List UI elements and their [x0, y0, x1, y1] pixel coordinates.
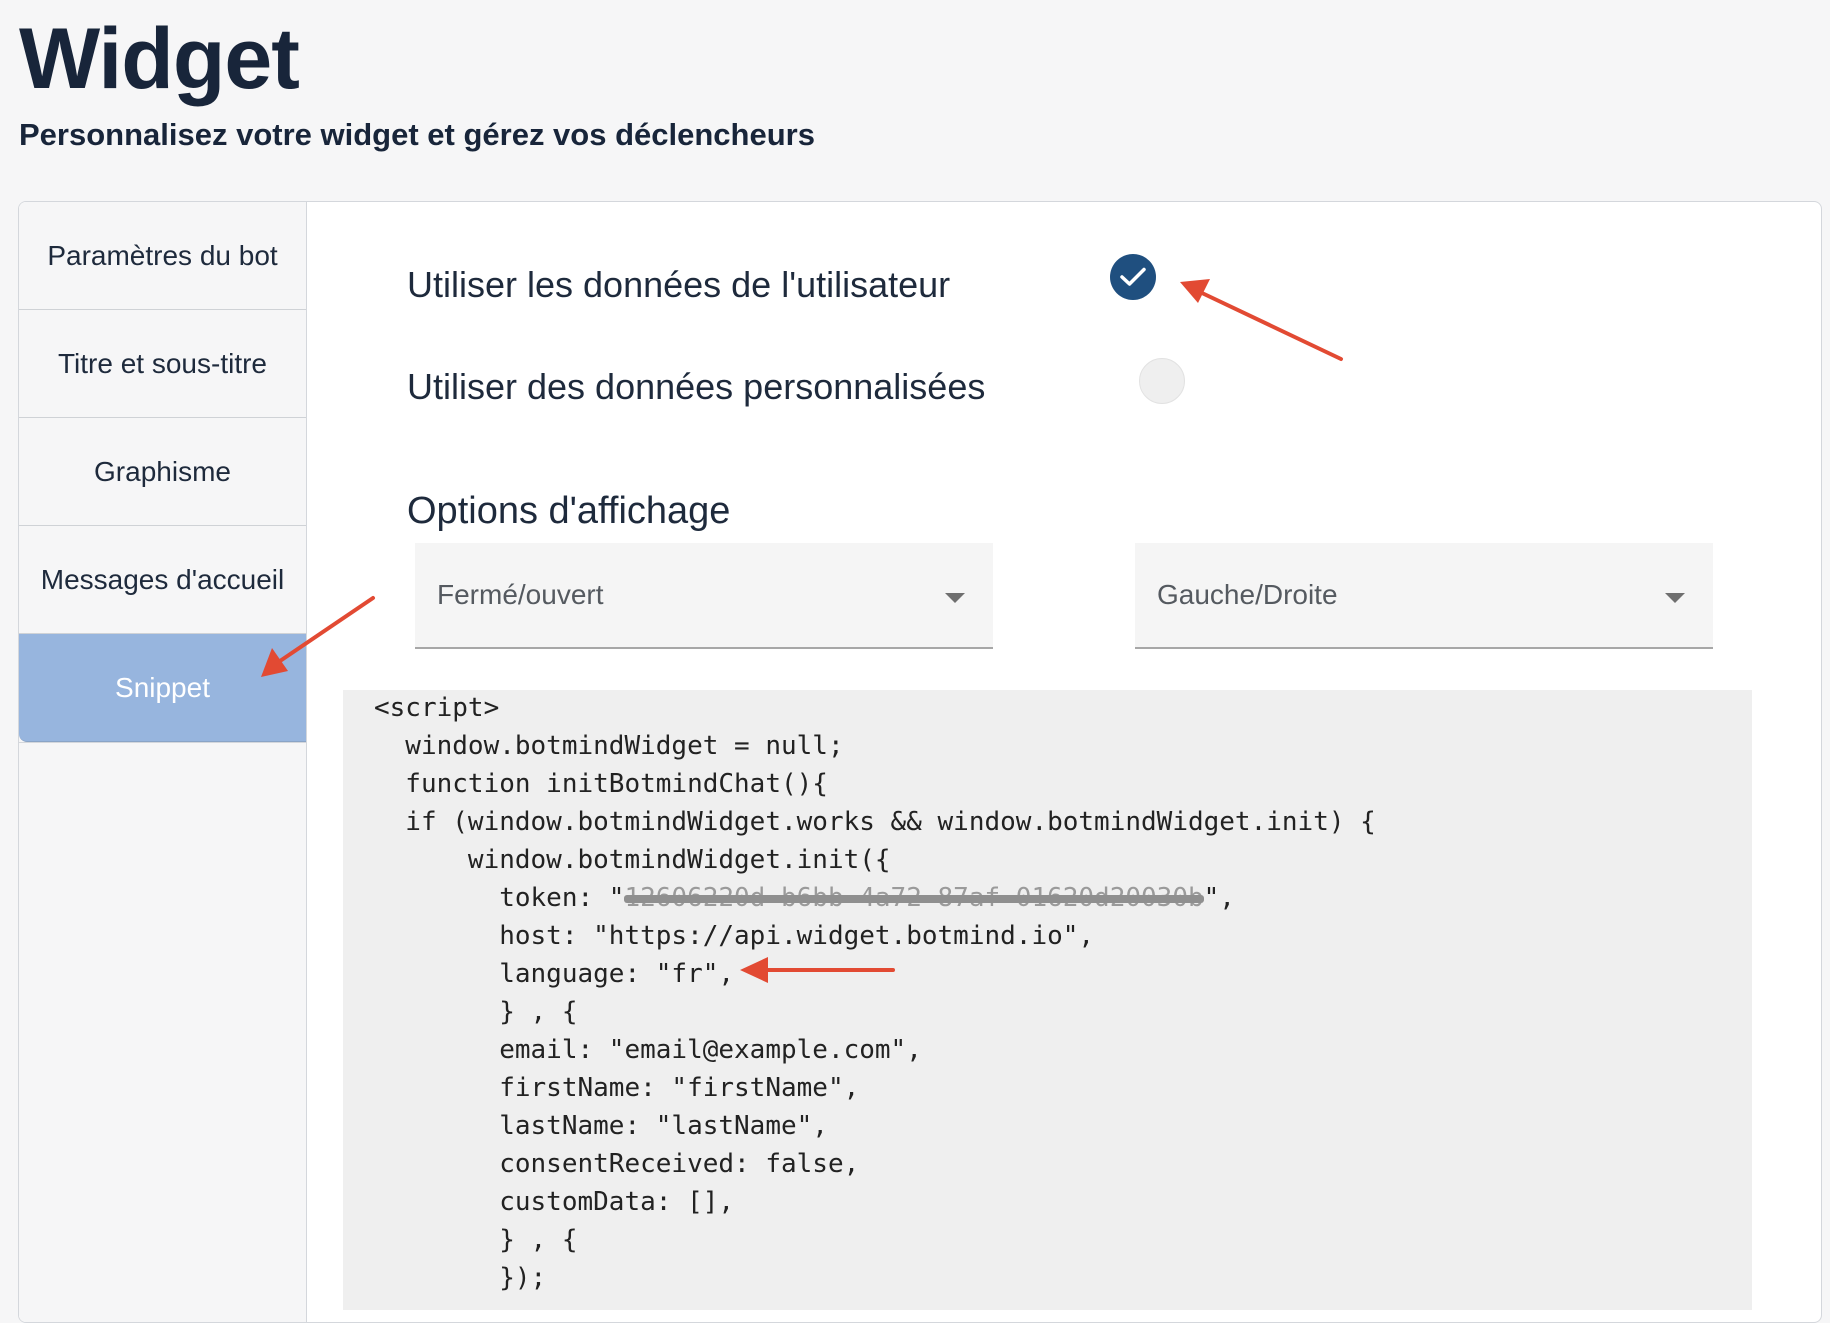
tab-welcome-messages[interactable]: Messages d'accueil [19, 526, 306, 634]
code-token-suffix: ", [1203, 883, 1235, 913]
use-custom-data-radio[interactable] [1139, 358, 1185, 404]
check-icon [1120, 267, 1146, 286]
code-line: } , { [374, 997, 578, 1027]
display-options-heading: Options d'affichage [407, 490, 731, 532]
use-user-data-label: Utiliser les données de l'utilisateur [407, 264, 951, 305]
tab-label: Titre et sous-titre [57, 347, 267, 379]
code-token-key: token: " [374, 883, 625, 913]
tab-graphics[interactable]: Graphisme [19, 418, 306, 526]
tab-snippet[interactable]: Snippet [19, 634, 306, 742]
tab-label: Snippet [115, 671, 210, 703]
code-line: window.botmindWidget = null; [374, 731, 844, 761]
tab-label: Graphisme [94, 455, 231, 487]
code-line-token: token: "12606220d-b6bb-4a72-87af-01620d2… [374, 883, 1235, 913]
code-line: window.botmindWidget.init({ [374, 845, 891, 875]
use-user-data-radio[interactable] [1110, 254, 1156, 300]
redacted-token: 12606220d-b6bb-4a72-87af-01620d20030b [624, 883, 1204, 913]
tab-bot-settings[interactable]: Paramètres du bot [19, 202, 306, 310]
code-line: firstName: "firstName", [374, 1073, 860, 1103]
page-subtitle: Personnalisez votre widget et gérez vos … [19, 117, 815, 152]
redaction-bar [624, 895, 1204, 903]
code-line: if (window.botmindWidget.works && window… [374, 807, 1376, 837]
use-custom-data-label: Utiliser des données personnalisées [407, 366, 986, 407]
code-line: <script> [374, 693, 500, 723]
tab-label: Paramètres du bot [47, 239, 278, 271]
code-line: customData: [], [374, 1187, 735, 1217]
page-title: Widget [19, 11, 300, 107]
code-line: consentReceived: false, [374, 1149, 860, 1179]
code-line: function initBotmindChat(){ [374, 769, 828, 799]
open-closed-select[interactable]: Fermé/ouvert [415, 543, 993, 649]
code-line: host: "https://api.widget.botmind.io", [374, 921, 1095, 951]
select-value: Gauche/Droite [1157, 579, 1338, 610]
select-value: Fermé/ouvert [437, 579, 604, 610]
tab-title-subtitle[interactable]: Titre et sous-titre [19, 310, 306, 418]
code-line: lastName: "lastName", [374, 1111, 828, 1141]
caret-down-icon [945, 593, 965, 603]
left-right-select[interactable]: Gauche/Droite [1135, 543, 1713, 649]
caret-down-icon [1665, 593, 1685, 603]
code-line: }); [374, 1263, 547, 1293]
code-line: email: "email@example.com", [374, 1035, 922, 1065]
snippet-code-block[interactable]: <script> window.botmindWidget = null; fu… [343, 690, 1752, 1310]
tab-label: Messages d'accueil [40, 563, 285, 595]
settings-sidebar: Paramètres du bot Titre et sous-titre Gr… [19, 202, 307, 1322]
code-line: } , { [374, 1225, 578, 1255]
code-line: language: "fr", [374, 959, 735, 989]
sidebar-background [19, 742, 306, 1322]
